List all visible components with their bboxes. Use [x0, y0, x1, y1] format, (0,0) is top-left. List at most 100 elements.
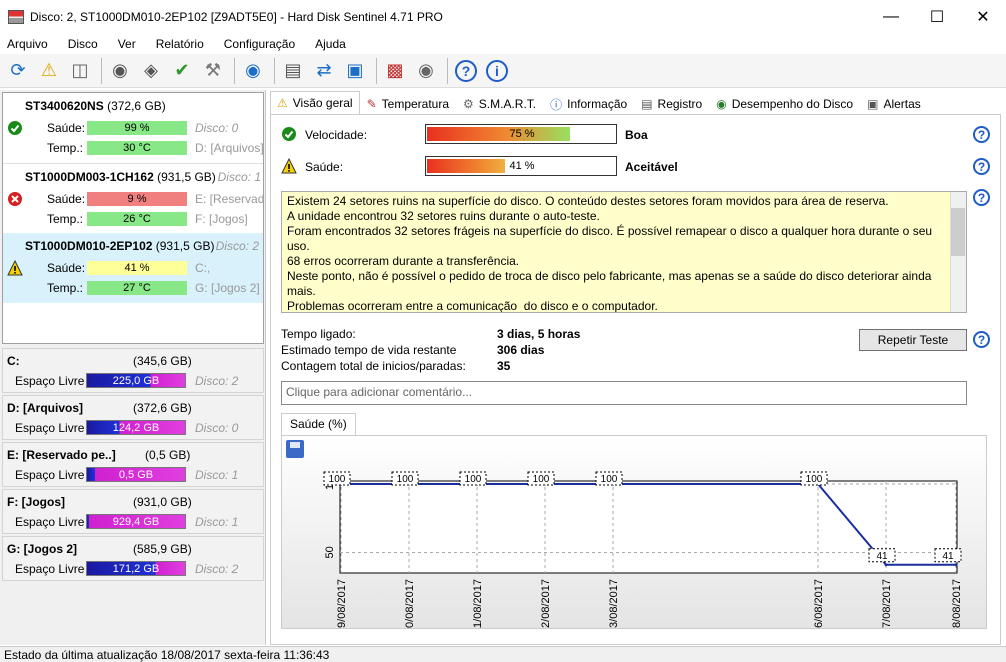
- health-percent: 41 %: [509, 160, 535, 172]
- refresh-icon[interactable]: ⟳: [4, 57, 32, 85]
- help-test-icon[interactable]: ?: [973, 331, 990, 348]
- globe-icon[interactable]: ◉: [239, 57, 267, 85]
- volume-size: (0,5 GB): [145, 448, 191, 462]
- health-row: Saúde: 41 % C:,: [3, 259, 263, 277]
- menu-bar: Arquivo Disco Ver Relatório Configuração…: [0, 34, 1006, 54]
- volume-item[interactable]: E: [Reservado pe..] (0,5 GB) Espaço Livr…: [2, 442, 264, 487]
- temp-bar: 26 °C: [87, 212, 187, 226]
- volume-disk: Disco: 0: [195, 421, 239, 435]
- menu-relatorio[interactable]: Relatório: [156, 37, 204, 51]
- health-chart: 50100100100100100100100414109/08/201710/…: [281, 435, 987, 634]
- health-bar: 41 %: [87, 261, 187, 275]
- volume-item[interactable]: G: [Jogos 2] (585,9 GB) Espaço Livre 171…: [2, 536, 264, 581]
- disk-surface-icon[interactable]: ◈: [137, 57, 165, 85]
- disk-tools-icon[interactable]: ⚒: [199, 57, 227, 85]
- info-icon[interactable]: i: [483, 57, 511, 85]
- power-on-row: Tempo ligado: 3 dias, 5 horas: [281, 327, 580, 341]
- tab-temperature[interactable]: ✎ Temperatura: [360, 93, 456, 114]
- menu-ver[interactable]: Ver: [118, 37, 136, 51]
- health-label: Saúde:: [47, 121, 86, 135]
- tab-health-chart[interactable]: Saúde (%): [281, 413, 356, 435]
- close-button[interactable]: ✕: [960, 0, 1006, 34]
- volume-item[interactable]: C: (345,6 GB) Espaço Livre 225,0 GB Disc…: [2, 348, 264, 393]
- disk-item[interactable]: ST1000DM003-1CH162 (931,5 GB) Disco: 1 S…: [3, 163, 265, 233]
- speed-label: Velocidade:: [305, 128, 368, 142]
- data-label: 41: [942, 551, 954, 562]
- free-space-label: Espaço Livre: [15, 468, 85, 482]
- disk-capacity: (931,5 GB): [155, 239, 215, 253]
- volume-size: (585,9 GB): [133, 542, 192, 556]
- tab-information[interactable]: ⓘ Informação: [543, 93, 634, 114]
- disk-name: ST1000DM003-1CH162 (931,5 GB): [25, 170, 216, 184]
- tab-overview[interactable]: ⚠ Visão geral: [270, 91, 360, 114]
- drive-letters: D: [Arquivos]: [195, 141, 264, 155]
- volume-name: C:: [7, 354, 20, 368]
- tab-log[interactable]: ▤ Registro: [634, 93, 709, 114]
- left-panel: ST3400620NS (372,6 GB) Saúde: 99 % Disco…: [0, 90, 266, 645]
- health-value: 41 %: [124, 262, 150, 274]
- volume-size: (372,6 GB): [133, 401, 192, 415]
- drive-letters: F: [Jogos]: [195, 212, 248, 226]
- health-label: Saúde:: [305, 160, 344, 174]
- tab-smart[interactable]: ⚙ S.M.A.R.T.: [456, 93, 543, 114]
- x-tick-label: 10/08/2017: [404, 579, 416, 628]
- starts-label: Contagem total de inicios/paradas:: [281, 359, 466, 373]
- minimize-button[interactable]: —: [868, 0, 914, 34]
- tab-alerts[interactable]: ▣ Alertas: [860, 93, 928, 114]
- help-health-icon[interactable]: ?: [973, 158, 990, 175]
- app-icon: [8, 10, 24, 24]
- speed-percent: 75 %: [509, 128, 535, 140]
- help-message-icon[interactable]: ?: [973, 189, 990, 206]
- tab-label: Informação: [567, 97, 628, 111]
- disk-item-selected[interactable]: ST1000DM010-2EP102 (931,5 GB) Disco: 2 S…: [3, 233, 263, 303]
- data-label: 100: [533, 474, 550, 485]
- menu-disco[interactable]: Disco: [68, 37, 98, 51]
- warning-disk-icon[interactable]: ⚠: [35, 57, 63, 85]
- maximize-button[interactable]: ☐: [914, 0, 960, 34]
- help-speed-icon[interactable]: ?: [973, 126, 990, 143]
- disk-item[interactable]: ST3400620NS (372,6 GB) Saúde: 99 % Disco…: [3, 93, 264, 163]
- data-point: [954, 563, 958, 567]
- temp-row: Temp.: 27 °C G: [Jogos 2]: [3, 279, 263, 297]
- disk-check-icon[interactable]: ✔: [168, 57, 196, 85]
- menu-configuracao[interactable]: Configuração: [224, 37, 295, 51]
- sound-icon[interactable]: ◉: [412, 57, 440, 85]
- menu-arquivo[interactable]: Arquivo: [7, 37, 48, 51]
- health-chart-svg: 50100100100100100100100414109/08/201710/…: [286, 440, 963, 634]
- smart-icon: ⚙: [463, 97, 474, 111]
- tab-label: Temperatura: [381, 97, 450, 111]
- disk-test-icon[interactable]: ◉: [106, 57, 134, 85]
- scrollbar-thumb[interactable]: [951, 208, 965, 256]
- free-space-value: 124,2 GB: [112, 422, 160, 434]
- menu-ajuda[interactable]: Ajuda: [315, 37, 346, 51]
- volume-item[interactable]: F: [Jogos] (931,0 GB) Espaço Livre 929,4…: [2, 489, 264, 534]
- network-icon[interactable]: ▣: [341, 57, 369, 85]
- warning-icon: ⚠: [277, 96, 288, 110]
- volume-name: G: [Jogos 2]: [7, 542, 78, 556]
- send-report-icon[interactable]: ⇄: [310, 57, 338, 85]
- alert-config-icon[interactable]: ▩: [381, 57, 409, 85]
- health-value: 99 %: [124, 122, 150, 134]
- repeat-test-button[interactable]: Repetir Teste: [859, 329, 967, 351]
- health-row: Saúde: 9 % E: [Reservado: [3, 190, 265, 208]
- x-tick-label: 18/08/2017: [951, 579, 963, 628]
- log-icon: ▤: [641, 97, 653, 111]
- health-message-box[interactable]: Existem 24 setores ruins na superfície d…: [281, 191, 967, 313]
- report-icon[interactable]: ▤: [279, 57, 307, 85]
- tab-performance[interactable]: ◉ Desempenho do Disco: [709, 93, 860, 114]
- ok-icon: [281, 126, 297, 142]
- life-row: Estimado tempo de vida restante 306 dias: [281, 343, 544, 357]
- disk-name: ST3400620NS (372,6 GB): [25, 99, 166, 113]
- disk-capacity: (372,6 GB): [107, 99, 166, 113]
- disk-icon[interactable]: ◫: [66, 57, 94, 85]
- free-space-value: 171,2 GB: [112, 563, 160, 575]
- x-tick-label: 11/08/2017: [472, 579, 484, 628]
- x-tick-label: 16/08/2017: [813, 579, 825, 628]
- volume-item[interactable]: D: [Arquivos] (372,6 GB) Espaço Livre 12…: [2, 395, 264, 440]
- comment-input[interactable]: Clique para adicionar comentário...: [281, 381, 967, 405]
- help-icon[interactable]: ?: [452, 57, 480, 85]
- health-rating: Aceitável: [625, 160, 678, 174]
- disk-model: ST1000DM003-1CH162: [25, 170, 154, 184]
- health-value: 9 %: [127, 193, 147, 205]
- volume-disk: Disco: 1: [195, 468, 239, 482]
